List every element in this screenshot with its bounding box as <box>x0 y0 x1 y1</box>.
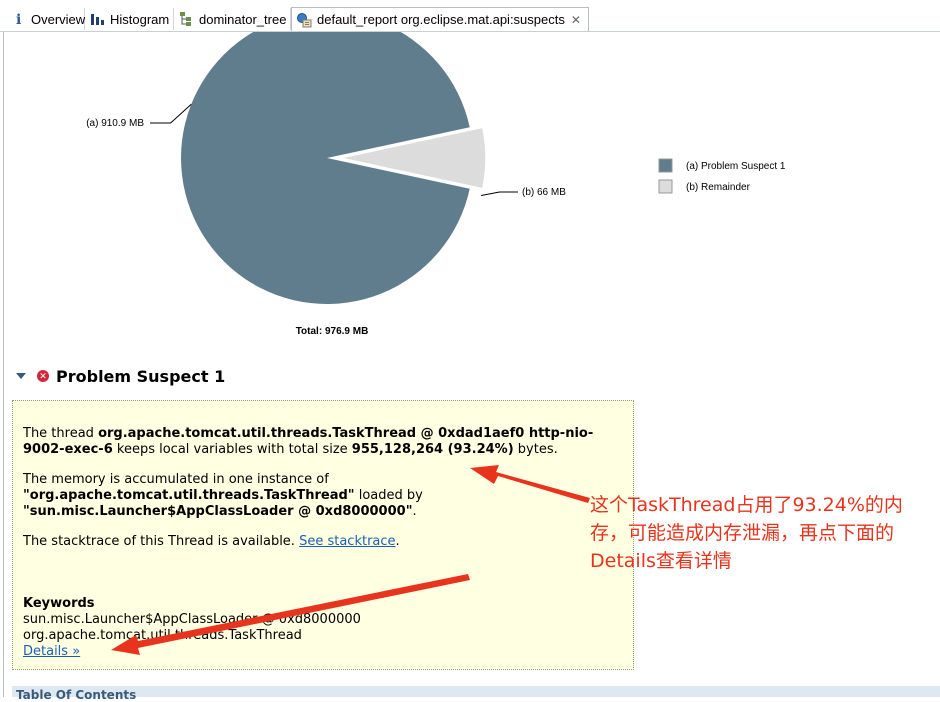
tree-icon <box>178 11 194 27</box>
problem-suspect-header[interactable]: ✕ Problem Suspect 1 <box>16 365 225 387</box>
tab-histogram[interactable]: Histogram <box>85 8 174 30</box>
suspect-summary: The thread org.apache.tomcat.util.thread… <box>23 426 594 457</box>
slice-label: (a) 910.9 MB <box>86 118 144 129</box>
histogram-icon <box>89 11 105 27</box>
annotation-note: 这个TaskThread占用了93.24%的内存，可能造成内存泄漏，再点下面的D… <box>590 494 903 572</box>
problem-suspect-box: The thread org.apache.tomcat.util.thread… <box>12 400 634 670</box>
info-icon: i <box>10 11 26 27</box>
keywords-title: Keywords <box>23 596 95 611</box>
legend-swatch <box>658 179 673 194</box>
tab-label: default_report org.eclipse.mat.api:suspe… <box>317 12 565 27</box>
error-icon: ✕ <box>37 370 49 382</box>
tab-default-report[interactable]: default_report org.eclipse.mat.api:suspe… <box>291 7 589 32</box>
tab-dominator-tree[interactable]: dominator_tree <box>174 8 291 30</box>
toc-label[interactable]: Table Of Contents <box>16 688 136 702</box>
pie-chart: (a) 910.9 MB (b) 66 MB (a) Problem Suspec… <box>86 32 786 337</box>
slice-leader-line <box>150 103 192 124</box>
accumulation-text: The memory is accumulated in one instanc… <box>23 472 423 519</box>
keyword-item: org.apache.tomcat.util.threads.TaskThrea… <box>23 628 302 643</box>
legend-swatch <box>658 158 673 173</box>
svg-text:i: i <box>16 12 21 27</box>
details-link[interactable]: Details » <box>23 644 80 659</box>
slice-leader-line <box>480 191 518 197</box>
report-icon <box>296 12 312 28</box>
tab-label: dominator_tree <box>199 11 287 27</box>
close-icon[interactable]: ✕ <box>571 13 581 27</box>
keywords-block: Keywords sun.misc.Launcher$AppClassLoader… <box>23 596 623 660</box>
see-stacktrace-link[interactable]: See stacktrace <box>299 534 395 549</box>
tab-label: Histogram <box>110 11 170 27</box>
legend-label: (a) Problem Suspect 1 <box>686 161 786 172</box>
editor-tab-bar: i Overview Histogram dominator_tree defa… <box>0 0 940 33</box>
toc-section-bar[interactable] <box>12 686 940 697</box>
tab-overview[interactable]: i Overview <box>6 8 85 30</box>
collapse-triangle-icon[interactable] <box>16 373 26 379</box>
legend-label: (b) Remainder <box>686 182 751 193</box>
stacktrace-text: The stacktrace of this Thread is availab… <box>23 534 400 549</box>
keyword-item: sun.misc.Launcher$AppClassLoader @ 0xd80… <box>23 612 361 627</box>
slice-label: (b) 66 MB <box>522 187 566 198</box>
section-title: Problem Suspect 1 <box>56 366 226 386</box>
chart-total-label: Total: 976.9 MB <box>296 326 369 337</box>
tab-label: Overview <box>31 11 86 27</box>
